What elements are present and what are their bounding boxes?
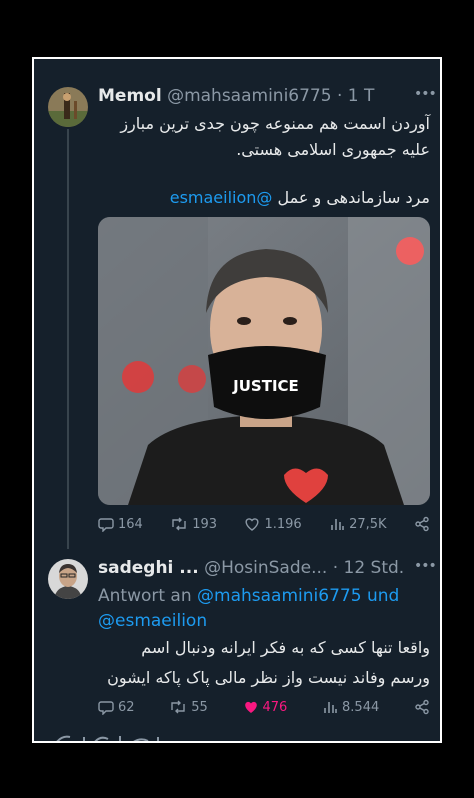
svg-text:JUSTICE: JUSTICE	[232, 377, 299, 395]
tweet-header: Memol @mahsaamini6775 · 1 T	[98, 86, 374, 106]
views-icon	[331, 519, 344, 530]
like-count: 1.196	[264, 516, 302, 532]
retweet-count: 193	[192, 516, 218, 532]
tweet-text-line: مرد سازماندهی و عمل	[277, 188, 431, 207]
tweet-time[interactable]: · 1 T	[337, 86, 374, 106]
retweet-icon	[172, 517, 186, 531]
like-button[interactable]: 476	[243, 699, 288, 715]
reply-icon	[98, 518, 114, 532]
author-handle[interactable]: @HosinSade...	[204, 558, 327, 578]
reply-text: واقعا تنها کسی که به فکر ایرانه ودنبال ا…	[98, 633, 430, 693]
views-count: 27,5K	[349, 516, 387, 532]
views-button[interactable]: 27,5K	[329, 516, 387, 532]
replying-to-label: Antwort an	[98, 586, 192, 606]
share-icon	[415, 699, 429, 715]
views-button[interactable]: 8.544	[322, 699, 379, 715]
replying-to-and: und	[366, 586, 400, 606]
sadeghi-avatar[interactable]	[48, 559, 88, 599]
reply-header: sadeghi ... @HosinSade... · 12 Std.	[98, 558, 404, 578]
reply-icon	[98, 701, 114, 715]
tweet-time[interactable]: · 12 Std.	[333, 558, 405, 578]
views-count: 8.544	[342, 699, 380, 715]
next-tweet-cutoff	[56, 735, 159, 741]
author-name[interactable]: Memol	[98, 86, 162, 106]
tweet-actions: 164 193 1.196 27,5K	[98, 516, 430, 532]
replying-to: Antwort an @mahsaamini6775 und @esmaeili…	[98, 584, 428, 634]
more-icon[interactable]: •••	[414, 86, 437, 102]
memol-avatar[interactable]	[48, 87, 88, 127]
reply-text-line: ورسم وفاند نیست واز نظر مالی پاک پاکه ای…	[107, 668, 430, 687]
retweet-icon	[171, 700, 185, 714]
retweet-button[interactable]: 193	[170, 516, 217, 532]
tweet-text-line: علیه جمهوری اسلامی هستی.	[236, 140, 430, 159]
tweet-text: آوردن اسمت هم ممنوعه چون جدی ترین مبارز …	[98, 111, 430, 163]
share-button[interactable]	[414, 699, 430, 715]
like-icon	[245, 518, 259, 531]
author-handle[interactable]: @mahsaamini6775	[167, 86, 332, 106]
mention-link[interactable]: @esmaeilion	[170, 188, 273, 207]
reply-text-line: واقعا تنها کسی که به فکر ایرانه ودنبال ا…	[141, 638, 430, 657]
tweet-text-line: آوردن اسمت هم ممنوعه چون جدی ترین مبارز	[120, 114, 430, 133]
author-name[interactable]: sadeghi ...	[98, 558, 199, 578]
tweet-text-mention-line: مرد سازماندهی و عمل @esmaeilion	[98, 185, 430, 211]
mention-link[interactable]: @mahsaamini6775	[197, 586, 362, 606]
reply-button[interactable]: 164	[98, 516, 143, 532]
reply-count: 164	[118, 516, 143, 532]
like-icon	[244, 701, 257, 713]
share-button[interactable]	[414, 516, 430, 532]
views-icon	[324, 702, 337, 713]
reply-button[interactable]: 62	[98, 699, 135, 715]
retweet-button[interactable]: 55	[169, 699, 208, 715]
reply-actions: 62 55 476 8.544	[98, 699, 430, 715]
like-button[interactable]: 1.196	[244, 516, 302, 532]
thread-connector-line	[67, 129, 69, 549]
share-icon	[415, 516, 429, 532]
tweet-thread-frame: Memol @mahsaamini6775 · 1 T ••• آوردن اس…	[32, 57, 442, 743]
retweet-count: 55	[191, 699, 208, 715]
tweet-photo[interactable]: JUSTICE	[98, 217, 430, 505]
reply-count: 62	[118, 699, 135, 715]
mention-link[interactable]: @esmaeilion	[98, 611, 207, 631]
like-count: 476	[262, 699, 288, 715]
more-icon[interactable]: •••	[414, 558, 437, 574]
